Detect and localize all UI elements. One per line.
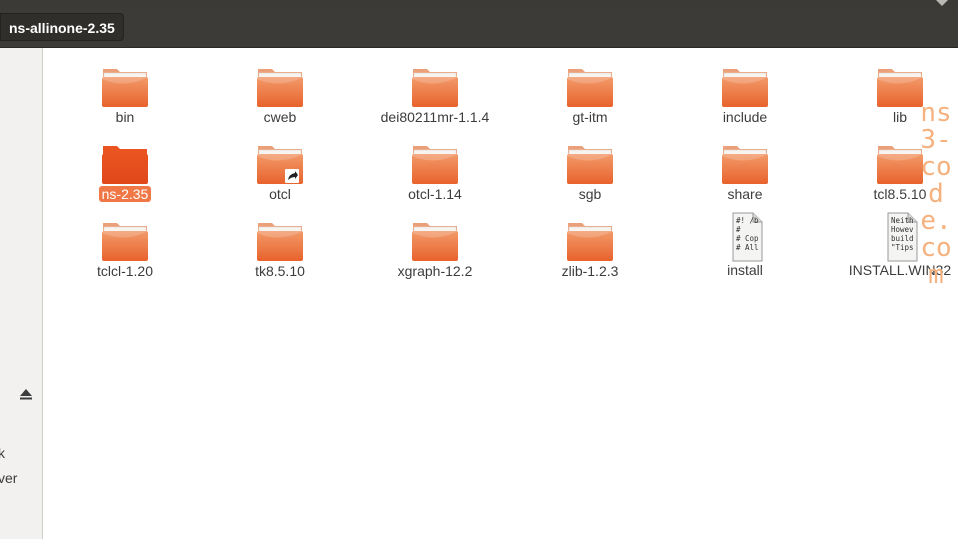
item-label: gt-itm	[572, 109, 608, 125]
script-file-icon: #! /b # # Cop # All	[720, 212, 770, 262]
path-bar: ns-allinone-2.35	[0, 9, 958, 48]
svg-text:Neith: Neith	[891, 216, 914, 225]
folder-item[interactable]: sgb	[520, 141, 660, 204]
folder-item[interactable]: dei80211mr-1.1.4	[365, 64, 505, 127]
item-label: sgb	[578, 186, 602, 202]
folder-item[interactable]: cweb	[210, 64, 350, 127]
file-grid: bin cweb dei80211mr-1.1.4 gt-itm include lib n…	[43, 48, 958, 539]
item-label: bin	[115, 109, 135, 125]
folder-item[interactable]: share	[675, 141, 815, 204]
folder-icon	[410, 141, 460, 185]
item-label: tk8.5.10	[255, 263, 305, 279]
watermark: ns3-code.com	[920, 98, 952, 290]
window-corner-icon	[936, 0, 948, 6]
eject-icon[interactable]	[18, 386, 34, 402]
item-label: otcl-1.14	[408, 186, 462, 202]
svg-text:build: build	[891, 234, 914, 243]
folder-icon	[720, 64, 770, 108]
folder-item[interactable]: zlib-1.2.3	[520, 218, 660, 281]
svg-text:# All: # All	[736, 243, 759, 252]
file-item[interactable]: #! /b # # Cop # All install	[675, 212, 815, 280]
folder-item[interactable]: gt-itm	[520, 64, 660, 127]
item-label: otcl	[269, 186, 291, 202]
folder-icon	[100, 218, 150, 262]
item-label: include	[722, 109, 768, 125]
item-label: share	[727, 186, 763, 202]
folder-item[interactable]: tk8.5.10	[210, 218, 350, 281]
folder-item[interactable]: include	[675, 64, 815, 127]
folder-icon	[410, 64, 460, 108]
item-label: cweb	[263, 109, 297, 125]
folder-icon	[100, 141, 150, 185]
item-label: xgraph-12.2	[397, 263, 473, 279]
svg-text:#! /b: #! /b	[736, 216, 759, 225]
folder-icon	[255, 218, 305, 262]
folder-icon	[720, 141, 770, 185]
item-label: tclcl-1.20	[96, 263, 154, 279]
folder-item[interactable]: bin	[55, 64, 195, 127]
folder-icon	[565, 218, 615, 262]
folder-link-icon	[255, 141, 305, 185]
folder-icon	[565, 64, 615, 108]
folder-icon	[100, 64, 150, 108]
folder-icon	[410, 218, 460, 262]
folder-item[interactable]: otcl	[210, 141, 350, 204]
folder-item[interactable]: tclcl-1.20	[55, 218, 195, 281]
folder-item[interactable]: ns-2.35	[55, 141, 195, 204]
svg-text:# Cop: # Cop	[736, 234, 759, 243]
path-button-current[interactable]: ns-allinone-2.35	[0, 13, 124, 41]
sidebar-item-label[interactable]: k	[0, 445, 5, 461]
window-titlebar	[0, 0, 958, 9]
sidebar: k ver	[0, 48, 43, 539]
folder-item[interactable]: otcl-1.14	[365, 141, 505, 204]
item-label: ns-2.35	[98, 186, 152, 202]
folder-item[interactable]: xgraph-12.2	[365, 218, 505, 281]
item-label: lib	[892, 109, 907, 125]
item-label: dei80211mr-1.1.4	[380, 109, 490, 125]
sidebar-item-label[interactable]: ver	[0, 470, 17, 486]
item-label: zlib-1.2.3	[561, 263, 619, 279]
svg-text:"Tips: "Tips	[891, 243, 914, 252]
folder-icon	[565, 141, 615, 185]
svg-text:#: #	[736, 225, 741, 234]
folder-icon	[255, 64, 305, 108]
item-label: install	[727, 262, 763, 278]
svg-text:Howev: Howev	[891, 225, 914, 234]
